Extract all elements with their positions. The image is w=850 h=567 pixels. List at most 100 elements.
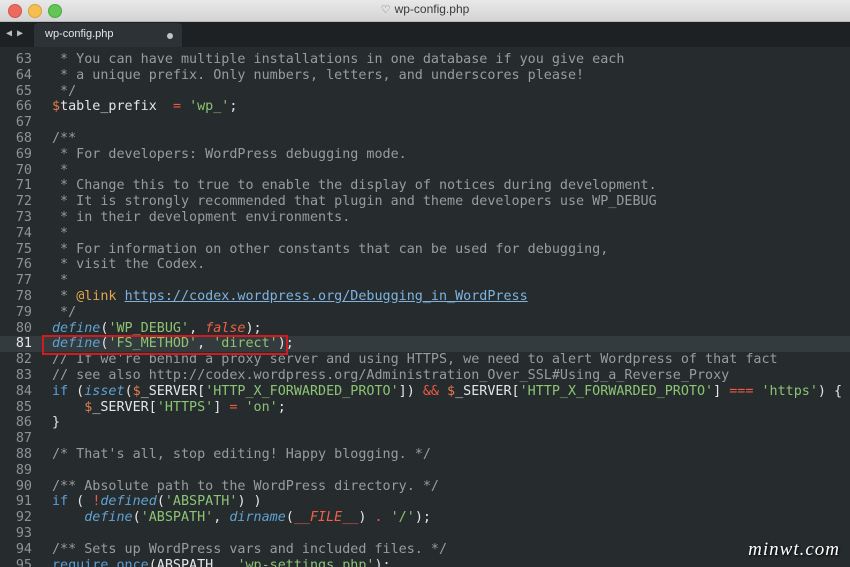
code-line[interactable]: 64 * a unique prefix. Only numbers, lett… [0,68,850,84]
code-line[interactable]: 88 /* That's all, stop editing! Happy blo… [0,447,850,463]
code-line[interactable]: 78 * @link https://codex.wordpress.org/D… [0,289,850,305]
code-token: require_once [52,557,149,567]
code-line[interactable]: 90 /** Absolute path to the WordPress dir… [0,479,850,495]
window-titlebar: ♡ wp-config.php [0,0,850,22]
code-token: ]) [398,383,423,399]
tab-bar: ◀ ▶ wp-config.php [0,22,850,47]
code-token: 'on' [245,399,278,415]
tab-scroll-right-icon[interactable]: ▶ [17,28,23,39]
line-number: 63 [15,52,32,67]
window-title-text: wp-config.php [394,2,470,16]
window-title: ♡ wp-config.php [0,2,850,16]
line-number: 70 [15,162,32,178]
line-number: 83 [15,368,32,383]
line-number: 68 [15,131,32,146]
code-line[interactable]: 70 * [0,163,850,179]
code-token: isset [84,383,125,399]
code-token: ( [68,494,93,510]
code-text: /** [52,131,76,147]
line-number: 66 [15,99,32,115]
code-token: */ [52,83,77,99]
code-text: require_once(ABSPATH . 'wp-settings.php'… [52,558,391,567]
line-number: 79 [15,304,32,320]
code-line[interactable]: 72 * It is strongly recommended that plu… [0,194,850,210]
line-number: 71 [15,178,32,194]
code-token: ; [277,399,286,415]
code-text: */ [52,84,76,100]
line-number: 84 [15,383,32,399]
code-text: * [52,163,68,179]
code-text: * visit the Codex. [52,257,205,273]
code-token: ( [124,383,133,399]
code-line[interactable]: 74 * [0,226,850,242]
code-token: $ [132,383,141,399]
code-editor[interactable]: 63 * You can have multiple installations… [0,47,850,567]
code-token: ] [713,383,730,399]
code-line[interactable]: 94 /** Sets up WordPress vars and include… [0,542,850,558]
code-line[interactable]: 92 define('ABSPATH', dirname(__FILE__) .… [0,510,850,526]
tab-scroll-left-icon[interactable]: ◀ [6,28,12,39]
code-text: // see also http://codex.wordpress.org/A… [52,368,729,384]
code-token: 'HTTP_X_FORWARDED_PROTO' [205,383,399,399]
code-line[interactable]: 75 * For information on other constants … [0,242,850,258]
unsaved-dot-icon[interactable] [167,33,173,39]
line-number: 92 [15,510,32,526]
code-line[interactable]: 73 * in their development environments. [0,210,850,226]
code-token: && [422,383,439,399]
code-line[interactable]: 86} [0,415,850,431]
code-token: 'HTTPS' [156,399,214,415]
code-text: if ( !defined('ABSPATH') ) [52,494,262,510]
code-text: * a unique prefix. Only numbers, letters… [52,68,584,84]
code-token: , [189,320,206,336]
code-text: /** Sets up WordPress vars and included … [52,542,447,558]
code-line[interactable]: 68 /** [0,131,850,147]
code-line[interactable]: 71 * Change this to true to enable the d… [0,178,850,194]
code-line[interactable]: 95 require_once(ABSPATH . 'wp-settings.ph… [0,558,850,567]
tab-label: wp-config.php [45,28,114,40]
code-token: 'ABSPATH' [140,510,214,526]
code-line[interactable]: 91 if ( !defined('ABSPATH') ) [0,494,850,510]
code-text: * For developers: WordPress debugging mo… [52,147,407,163]
code-token: * [52,289,77,304]
code-text: $_SERVER['HTTPS'] = 'on'; [52,400,286,416]
code-text: define('ABSPATH', dirname(__FILE__) . '/… [52,510,431,526]
code-token: , [213,510,230,526]
code-line[interactable]: 84 if (isset($_SERVER['HTTP_X_FORWARDED_P… [0,384,850,400]
code-line[interactable]: 66 $table_prefix = 'wp_'; [0,99,850,115]
code-text: * It is strongly recommended that plugin… [52,194,657,210]
code-token: ] [213,399,230,415]
code-line[interactable]: 69 * For developers: WordPress debugging… [0,147,850,163]
line-number: 81 [15,336,32,352]
code-line[interactable]: 63 * You can have multiple installations… [0,52,850,68]
code-token: ) ) [237,494,262,510]
code-token: ( [285,510,294,526]
code-line[interactable]: 83 // see also http://codex.wordpress.org… [0,368,850,384]
tab-wp-config[interactable]: wp-config.php [34,23,182,47]
code-token: __FILE__ [293,510,359,526]
line-number: 76 [15,257,32,273]
code-text: * in their development environments. [52,210,350,226]
code-line[interactable]: 93 [0,526,850,542]
code-token: * in their development environments. [52,210,351,225]
code-token: * [52,162,69,178]
code-line[interactable]: 77 * [0,273,850,289]
code-line[interactable]: 85 $_SERVER['HTTPS'] = 'on'; [0,400,850,416]
line-number: 89 [15,462,32,478]
line-number: 94 [15,541,32,557]
code-token: ) [358,510,375,526]
code-line[interactable]: 67 [0,115,850,131]
code-token: ( [156,494,165,510]
code-line[interactable]: 79 */ [0,305,850,321]
code-token: defined [100,494,157,510]
code-token: === [729,383,754,399]
code-line[interactable]: 89 [0,463,850,479]
code-line[interactable]: 65 */ [0,84,850,100]
code-line[interactable]: 87 [0,431,850,447]
code-line[interactable]: 76 * visit the Codex. [0,257,850,273]
code-token: 'wp_' [189,99,230,115]
line-number: 73 [15,210,32,225]
code-token: _SERVER[ [455,383,520,399]
